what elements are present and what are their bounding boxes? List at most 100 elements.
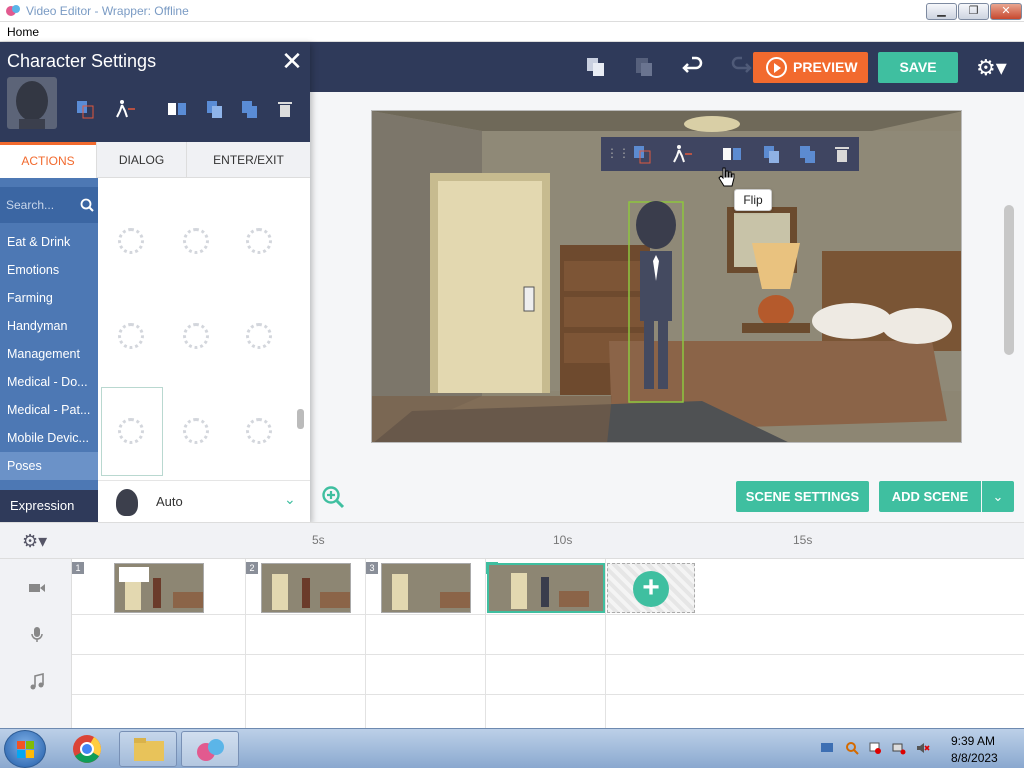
- windows-logo-icon: [17, 741, 34, 758]
- drag-handle-icon[interactable]: ⋮⋮: [606, 146, 630, 160]
- menu-home[interactable]: Home: [7, 25, 39, 39]
- search-box: [0, 187, 98, 223]
- time-tick: 10s: [553, 533, 573, 547]
- paste-character-icon[interactable]: [239, 98, 261, 120]
- loading-spinner-icon[interactable]: [183, 323, 209, 349]
- flip-icon[interactable]: [721, 143, 743, 165]
- category-item[interactable]: Handyman: [0, 312, 98, 340]
- clock-date[interactable]: 8/8/2023: [951, 751, 998, 765]
- category-item-selected[interactable]: Poses: [0, 452, 98, 480]
- loading-spinner-icon[interactable]: [118, 418, 144, 444]
- loading-spinner-icon[interactable]: [118, 323, 144, 349]
- preview-label: PREVIEW: [793, 59, 858, 75]
- maximize-button[interactable]: ❐: [958, 3, 989, 20]
- character-settings-header: Character Settings ✕: [0, 42, 310, 142]
- add-scene-dropdown-button[interactable]: ⌄: [982, 481, 1014, 512]
- window-title: Video Editor - Wrapper: Offline: [26, 4, 189, 18]
- timeline: ⚙▾ 5s 10s 15s 1 2 3 4 +: [0, 522, 1024, 729]
- action-grid: [98, 178, 310, 478]
- category-item[interactable]: Medical - Do...: [0, 368, 98, 396]
- walk-motion-icon[interactable]: [114, 98, 136, 120]
- copy-character-icon[interactable]: [204, 98, 226, 120]
- category-item[interactable]: Medical - Pat...: [0, 396, 98, 424]
- save-button[interactable]: SAVE: [878, 52, 958, 83]
- expression-label: Expression: [0, 490, 98, 522]
- app-logo-icon: [6, 5, 20, 16]
- character-avatar[interactable]: [7, 77, 57, 129]
- microphone-icon: [31, 627, 43, 642]
- loading-spinner-icon[interactable]: [183, 228, 209, 254]
- plus-icon[interactable]: +: [633, 571, 669, 607]
- flag-tray-icon[interactable]: [868, 741, 882, 755]
- panel-title: Character Settings: [7, 51, 157, 71]
- delete-icon[interactable]: [831, 143, 853, 165]
- expression-face-icon: [116, 489, 138, 516]
- undo-icon[interactable]: [680, 54, 706, 80]
- paste-character-icon[interactable]: [797, 143, 819, 165]
- search-input[interactable]: [6, 197, 76, 213]
- tab-enter-exit[interactable]: ENTER/EXIT: [186, 142, 310, 178]
- scene-number: 1: [72, 562, 84, 574]
- timeline-settings-gear-icon[interactable]: ⚙▾: [22, 531, 47, 552]
- category-item[interactable]: Farming: [0, 284, 98, 312]
- category-item[interactable]: Management: [0, 340, 98, 368]
- expression-value: Auto: [156, 494, 183, 509]
- wrapper-app-icon: [197, 739, 224, 761]
- tab-actions[interactable]: ACTIONS: [0, 142, 96, 178]
- close-window-button[interactable]: ✕: [990, 3, 1022, 20]
- clock-time[interactable]: 9:39 AM: [951, 734, 995, 748]
- wrapper-taskbar-button[interactable]: [181, 731, 239, 767]
- volume-muted-icon[interactable]: [916, 741, 930, 755]
- scene-thumbnail[interactable]: [114, 563, 204, 613]
- display-tray-icon[interactable]: [892, 741, 906, 755]
- network-tray-icon[interactable]: [820, 741, 834, 755]
- scene-thumbnail-selected[interactable]: [487, 563, 605, 613]
- video-camera-icon: [29, 584, 45, 592]
- scene-settings-button[interactable]: SCENE SETTINGS: [736, 481, 869, 512]
- loading-spinner-icon[interactable]: [246, 323, 272, 349]
- music-track: [72, 655, 1024, 695]
- minimize-button[interactable]: ▁: [926, 3, 957, 20]
- grid-scrollbar[interactable]: [297, 409, 304, 429]
- start-button[interactable]: [4, 730, 46, 768]
- explorer-taskbar-button[interactable]: [119, 731, 177, 767]
- stage-scrollbar[interactable]: [1004, 205, 1014, 355]
- search-tray-icon[interactable]: [845, 741, 859, 755]
- category-item[interactable]: Eat & Drink: [0, 228, 98, 256]
- swap-character-icon[interactable]: [74, 98, 96, 120]
- copy-icon[interactable]: [583, 54, 609, 80]
- tab-dialog[interactable]: DIALOG: [96, 142, 186, 178]
- loading-spinner-icon[interactable]: [246, 418, 272, 444]
- search-icon[interactable]: [80, 198, 94, 212]
- zoom-in-icon[interactable]: [321, 485, 345, 509]
- folder-icon: [134, 738, 164, 761]
- copy-character-icon[interactable]: [761, 143, 783, 165]
- close-panel-icon[interactable]: ✕: [280, 46, 304, 77]
- paste-icon[interactable]: [631, 54, 657, 80]
- swap-character-icon[interactable]: [631, 143, 653, 165]
- walk-motion-icon[interactable]: [671, 143, 693, 165]
- loading-spinner-icon[interactable]: [183, 418, 209, 444]
- window-titlebar: Video Editor - Wrapper: Offline ▁ ❐ ✕: [0, 0, 1024, 22]
- add-scene-tile[interactable]: +: [607, 563, 695, 613]
- loading-spinner-icon[interactable]: [246, 228, 272, 254]
- delete-icon[interactable]: [274, 98, 296, 120]
- add-scene-button[interactable]: ADD SCENE: [879, 481, 981, 512]
- redo-icon[interactable]: [728, 54, 754, 80]
- settings-gear-button[interactable]: ⚙▾: [976, 55, 1012, 81]
- loading-spinner-icon[interactable]: [118, 228, 144, 254]
- expression-selector[interactable]: Auto ⌄: [98, 480, 310, 522]
- scene-thumbnail[interactable]: [261, 563, 351, 613]
- timeline-ruler: ⚙▾ 5s 10s 15s: [0, 523, 1024, 559]
- action-categories: Eat & Drink Emotions Farming Handyman Ma…: [0, 178, 98, 522]
- flip-icon[interactable]: [166, 98, 188, 120]
- chrome-taskbar-button[interactable]: [58, 731, 116, 767]
- category-item[interactable]: Emotions: [0, 256, 98, 284]
- category-item[interactable]: Mobile Devic...: [0, 424, 98, 452]
- scene-thumbnail[interactable]: [381, 563, 471, 613]
- panel-tabs: ACTIONS DIALOG ENTER/EXIT: [0, 142, 310, 178]
- preview-button[interactable]: PREVIEW: [753, 52, 868, 83]
- selected-character[interactable]: [628, 199, 688, 407]
- chevron-down-icon[interactable]: ⌄: [284, 491, 296, 508]
- flip-tooltip: Flip: [734, 189, 772, 211]
